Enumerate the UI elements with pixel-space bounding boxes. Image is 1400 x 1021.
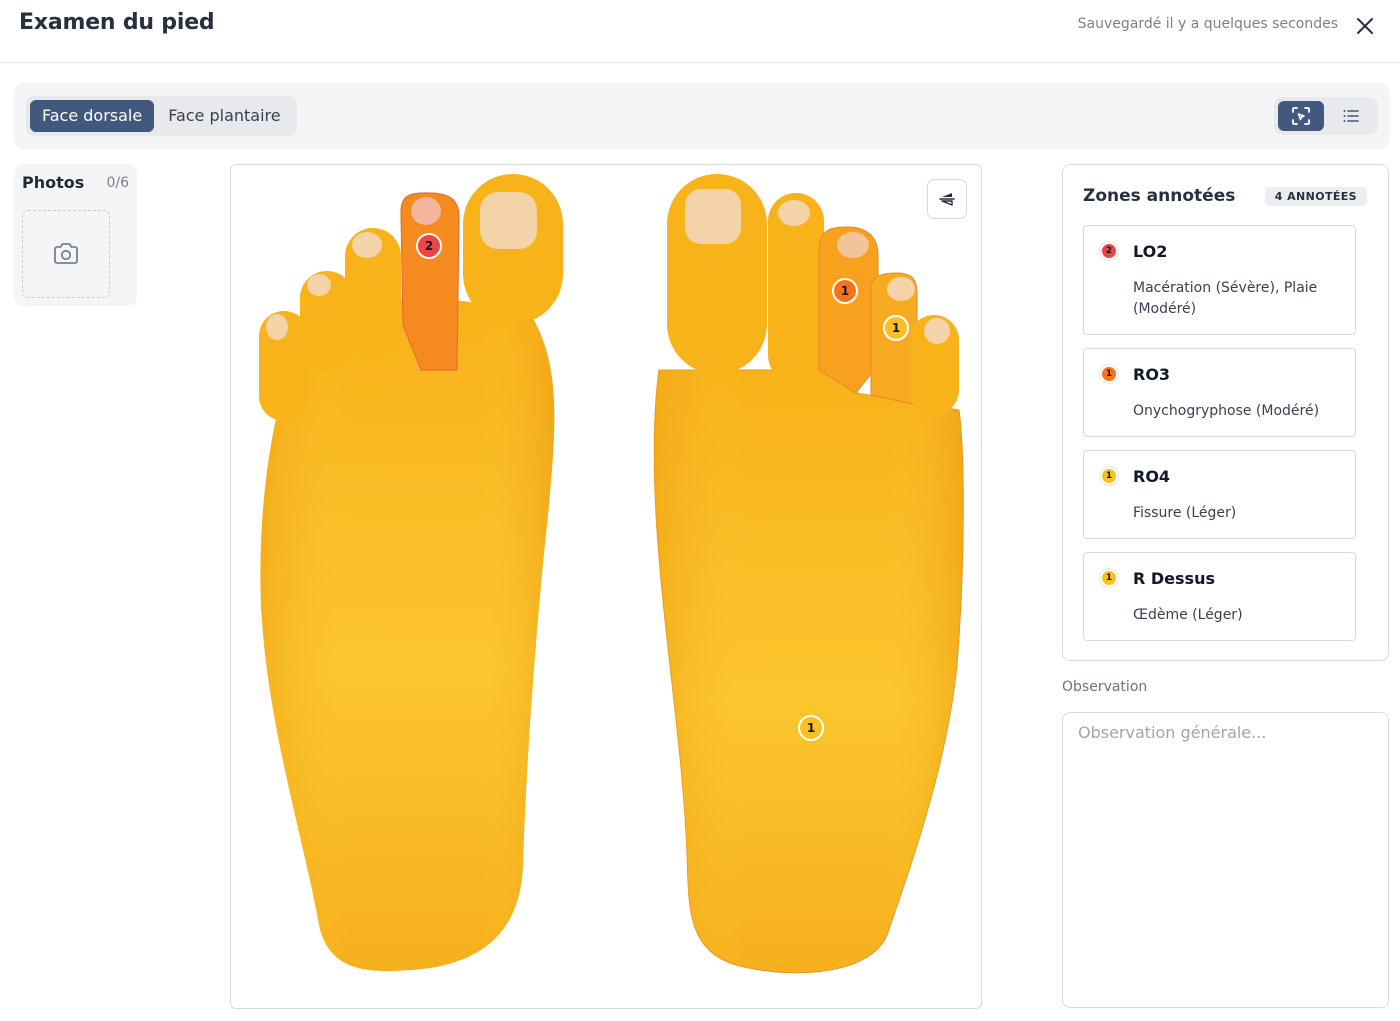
observation-label: Observation — [1062, 679, 1148, 695]
marker-r-dessus[interactable]: 1 — [798, 715, 824, 741]
face-switcher: Face dorsale Face plantaire — [26, 96, 297, 136]
marker-ro3[interactable]: 1 — [832, 278, 858, 304]
marker-lo2[interactable]: 2 — [416, 233, 442, 259]
left-foot — [259, 174, 563, 972]
flip-button[interactable] — [927, 179, 967, 219]
marker-ro4[interactable]: 1 — [883, 315, 909, 341]
toolbar: Face dorsale Face plantaire — [14, 83, 1390, 149]
right-foot — [653, 174, 964, 974]
view-toggle — [1274, 97, 1378, 135]
flip-icon — [939, 193, 955, 206]
page-title: Examen du pied — [19, 10, 215, 35]
save-status: Sauvegardé il y a quelques secondes — [1077, 16, 1338, 32]
list-view-icon — [1343, 110, 1359, 122]
foot-canvas[interactable]: 2 1 1 1 — [230, 164, 982, 1009]
close-icon[interactable] — [1352, 13, 1378, 39]
annotated-zones-panel: Zones annotées 4 ANNOTÉES 2 LO2 Macérati… — [1062, 164, 1389, 661]
zone-card-ro3[interactable]: 1 RO3 Onychogryphose (Modéré) — [1083, 348, 1356, 437]
zones-count-badge: 4 ANNOTÉES — [1264, 187, 1367, 206]
photos-title: Photos — [22, 173, 85, 192]
zone-card-ro4[interactable]: 1 RO4 Fissure (Léger) — [1083, 450, 1356, 539]
photos-count: 0/6 — [106, 175, 129, 191]
severity-dot: 2 — [1100, 242, 1118, 260]
tab-face-plantaire[interactable]: Face plantaire — [156, 100, 292, 132]
observation-field[interactable] — [1062, 712, 1389, 1008]
zone-description: Fissure (Léger) — [1133, 505, 1237, 521]
photos-panel: Photos 0/6 — [14, 164, 137, 306]
zones-title: Zones annotées — [1083, 186, 1236, 206]
zone-description: Onychogryphose (Modéré) — [1133, 403, 1320, 419]
list-view-button[interactable] — [1328, 101, 1374, 131]
header-bar: Examen du pied Sauvegardé il y a quelque… — [0, 0, 1400, 63]
annotate-view-icon — [1292, 107, 1310, 125]
zone-name: R Dessus — [1133, 569, 1215, 588]
camera-icon — [54, 243, 78, 264]
severity-dot: 1 — [1100, 467, 1118, 485]
add-photo-button[interactable] — [22, 210, 110, 298]
zone-description: Œdème (Léger) — [1133, 607, 1243, 623]
severity-dot: 1 — [1100, 569, 1118, 587]
zone-card-r-dessus[interactable]: 1 R Dessus Œdème (Léger) — [1083, 552, 1356, 641]
tab-face-dorsale[interactable]: Face dorsale — [30, 100, 155, 132]
zone-name: RO3 — [1133, 365, 1171, 384]
severity-dot: 1 — [1100, 365, 1118, 383]
zone-name: LO2 — [1133, 242, 1168, 261]
zone-name: RO4 — [1133, 467, 1171, 486]
foot-illustration — [259, 174, 964, 974]
annotate-view-button[interactable] — [1278, 101, 1324, 131]
zone-description: Macération (Sévère), Plaie (Modéré) — [1133, 280, 1318, 317]
zone-card-lo2[interactable]: 2 LO2 Macération (Sévère), Plaie (Modéré… — [1083, 225, 1356, 335]
